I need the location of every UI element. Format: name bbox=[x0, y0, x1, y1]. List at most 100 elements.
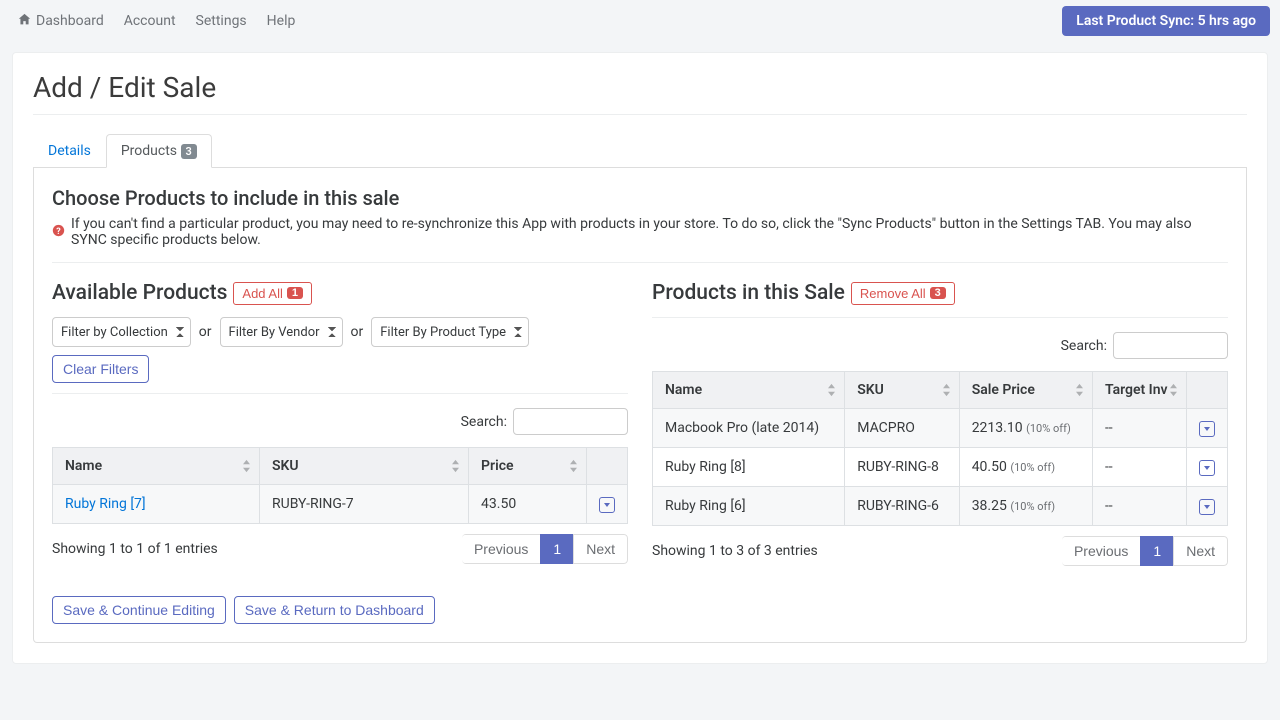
prev-button[interactable]: Previous bbox=[1062, 536, 1141, 566]
next-button[interactable]: Next bbox=[573, 534, 628, 564]
sort-icon bbox=[1169, 383, 1178, 397]
row-saleprice: 38.25 bbox=[972, 498, 1007, 514]
col-price[interactable]: Price bbox=[469, 448, 587, 485]
tab-products[interactable]: Products 3 bbox=[106, 134, 212, 168]
sort-icon bbox=[242, 459, 251, 473]
row-discount: (10% off) bbox=[1010, 461, 1055, 474]
row-discount: (10% off) bbox=[1026, 422, 1071, 435]
col-targetinv[interactable]: Target Inv bbox=[1092, 372, 1186, 409]
sync-status-badge[interactable]: Last Product Sync: 5 hrs ago bbox=[1062, 6, 1270, 36]
col-name[interactable]: Name bbox=[653, 372, 845, 409]
filter-collection-label: Filter by Collection bbox=[61, 325, 168, 340]
insale-table: Name SKU Sale Price Target Inv Macbook P… bbox=[652, 371, 1228, 526]
available-title: Available Products bbox=[52, 281, 227, 305]
page-1-button[interactable]: 1 bbox=[540, 534, 574, 564]
nav-dashboard[interactable]: Dashboard bbox=[10, 7, 112, 36]
row-name: Macbook Pro (late 2014) bbox=[653, 409, 845, 448]
sort-icon bbox=[451, 459, 460, 473]
prev-button[interactable]: Previous bbox=[462, 534, 541, 564]
row-sku: RUBY-RING-8 bbox=[845, 448, 959, 487]
table-row: Ruby Ring [8] RUBY-RING-8 40.50 (10% off… bbox=[653, 448, 1228, 487]
table-row: Macbook Pro (late 2014) MACPRO 2213.10 (… bbox=[653, 409, 1228, 448]
insale-divider bbox=[652, 317, 1228, 318]
next-button[interactable]: Next bbox=[1173, 536, 1228, 566]
add-row-button[interactable] bbox=[599, 497, 615, 513]
available-search-label: Search: bbox=[461, 414, 507, 430]
tab-products-count: 3 bbox=[181, 144, 197, 159]
row-targetinv: -- bbox=[1092, 409, 1186, 448]
save-continue-button[interactable]: Save & Continue Editing bbox=[52, 596, 226, 624]
sort-icon bbox=[827, 383, 836, 397]
filter-collection-select[interactable]: Filter by Collection bbox=[52, 317, 191, 347]
row-targetinv: -- bbox=[1092, 448, 1186, 487]
col-sku[interactable]: SKU bbox=[845, 372, 959, 409]
remove-row-button[interactable] bbox=[1199, 499, 1215, 515]
nav-account[interactable]: Account bbox=[116, 7, 184, 35]
col-name[interactable]: Name bbox=[53, 448, 260, 485]
add-all-button[interactable]: Add All 1 bbox=[233, 282, 312, 305]
insale-title: Products in this Sale bbox=[652, 281, 845, 305]
col-sku[interactable]: SKU bbox=[260, 448, 469, 485]
row-name: Ruby Ring [8] bbox=[653, 448, 845, 487]
table-row: Ruby Ring [6] RUBY-RING-6 38.25 (10% off… bbox=[653, 487, 1228, 526]
info-line: ? If you can't find a particular product… bbox=[52, 216, 1228, 248]
info-icon: ? bbox=[52, 224, 65, 241]
insale-showing: Showing 1 to 3 of 3 entries bbox=[652, 543, 818, 559]
sort-icon bbox=[1075, 383, 1084, 397]
add-all-count: 1 bbox=[287, 287, 303, 299]
col-saleprice[interactable]: Sale Price bbox=[959, 372, 1092, 409]
sort-icon bbox=[942, 383, 951, 397]
available-showing: Showing 1 to 1 of 1 entries bbox=[52, 541, 218, 557]
insale-search-input[interactable] bbox=[1113, 332, 1228, 359]
footer-buttons: Save & Continue Editing Save & Return to… bbox=[52, 596, 1228, 624]
insale-pager: Previous 1 Next bbox=[1062, 536, 1228, 566]
clear-filters-button[interactable]: Clear Filters bbox=[52, 355, 149, 383]
add-all-label: Add All bbox=[242, 286, 282, 301]
tab-content: Choose Products to include in this sale … bbox=[33, 168, 1247, 643]
available-pager: Previous 1 Next bbox=[462, 534, 628, 564]
filter-type-select[interactable]: Filter By Product Type bbox=[371, 317, 529, 347]
remove-all-button[interactable]: Remove All 3 bbox=[851, 282, 955, 305]
main-card: Add / Edit Sale Details Products 3 Choos… bbox=[12, 52, 1268, 664]
tab-products-label: Products bbox=[121, 143, 177, 159]
row-saleprice: 40.50 bbox=[972, 459, 1007, 475]
tab-details[interactable]: Details bbox=[33, 134, 106, 168]
filter-vendor-select[interactable]: Filter By Vendor bbox=[220, 317, 343, 347]
filter-type-label: Filter By Product Type bbox=[380, 325, 506, 340]
divider bbox=[52, 262, 1228, 263]
available-table: Name SKU Price Ruby Ring [7] RUBY-RING-7… bbox=[52, 447, 628, 524]
page-title: Add / Edit Sale bbox=[33, 53, 1247, 115]
insale-panel: Products in this Sale Remove All 3 Searc… bbox=[652, 281, 1228, 566]
remove-row-button[interactable] bbox=[1199, 460, 1215, 476]
row-targetinv: -- bbox=[1092, 487, 1186, 526]
or-2: or bbox=[351, 324, 364, 340]
remove-row-button[interactable] bbox=[1199, 421, 1215, 437]
row-sku: RUBY-RING-7 bbox=[260, 485, 469, 524]
row-discount: (10% off) bbox=[1010, 500, 1055, 513]
page-1-button[interactable]: 1 bbox=[1140, 536, 1174, 566]
col-action bbox=[1187, 372, 1228, 409]
topbar: Dashboard Account Settings Help Last Pro… bbox=[0, 0, 1280, 42]
row-name: Ruby Ring [6] bbox=[653, 487, 845, 526]
info-text: If you can't find a particular product, … bbox=[71, 216, 1228, 248]
nav-help[interactable]: Help bbox=[259, 7, 304, 35]
col-action bbox=[587, 448, 628, 485]
nav-settings[interactable]: Settings bbox=[188, 7, 255, 35]
table-row: Ruby Ring [7] RUBY-RING-7 43.50 bbox=[53, 485, 628, 524]
svg-text:?: ? bbox=[56, 226, 61, 236]
insale-search-label: Search: bbox=[1061, 338, 1107, 354]
sort-icon bbox=[569, 459, 578, 473]
available-divider bbox=[52, 393, 628, 394]
save-return-button[interactable]: Save & Return to Dashboard bbox=[234, 596, 435, 624]
remove-all-count: 3 bbox=[930, 287, 946, 299]
row-sku: RUBY-RING-6 bbox=[845, 487, 959, 526]
home-icon bbox=[18, 13, 31, 30]
filter-vendor-label: Filter By Vendor bbox=[229, 325, 320, 340]
available-panel: Available Products Add All 1 Filter by C… bbox=[52, 281, 628, 566]
or-1: or bbox=[199, 324, 212, 340]
row-name[interactable]: Ruby Ring [7] bbox=[65, 496, 146, 512]
tabs: Details Products 3 bbox=[33, 133, 1247, 168]
remove-all-label: Remove All bbox=[860, 286, 926, 301]
available-search-input[interactable] bbox=[513, 408, 628, 435]
row-price: 43.50 bbox=[469, 485, 587, 524]
